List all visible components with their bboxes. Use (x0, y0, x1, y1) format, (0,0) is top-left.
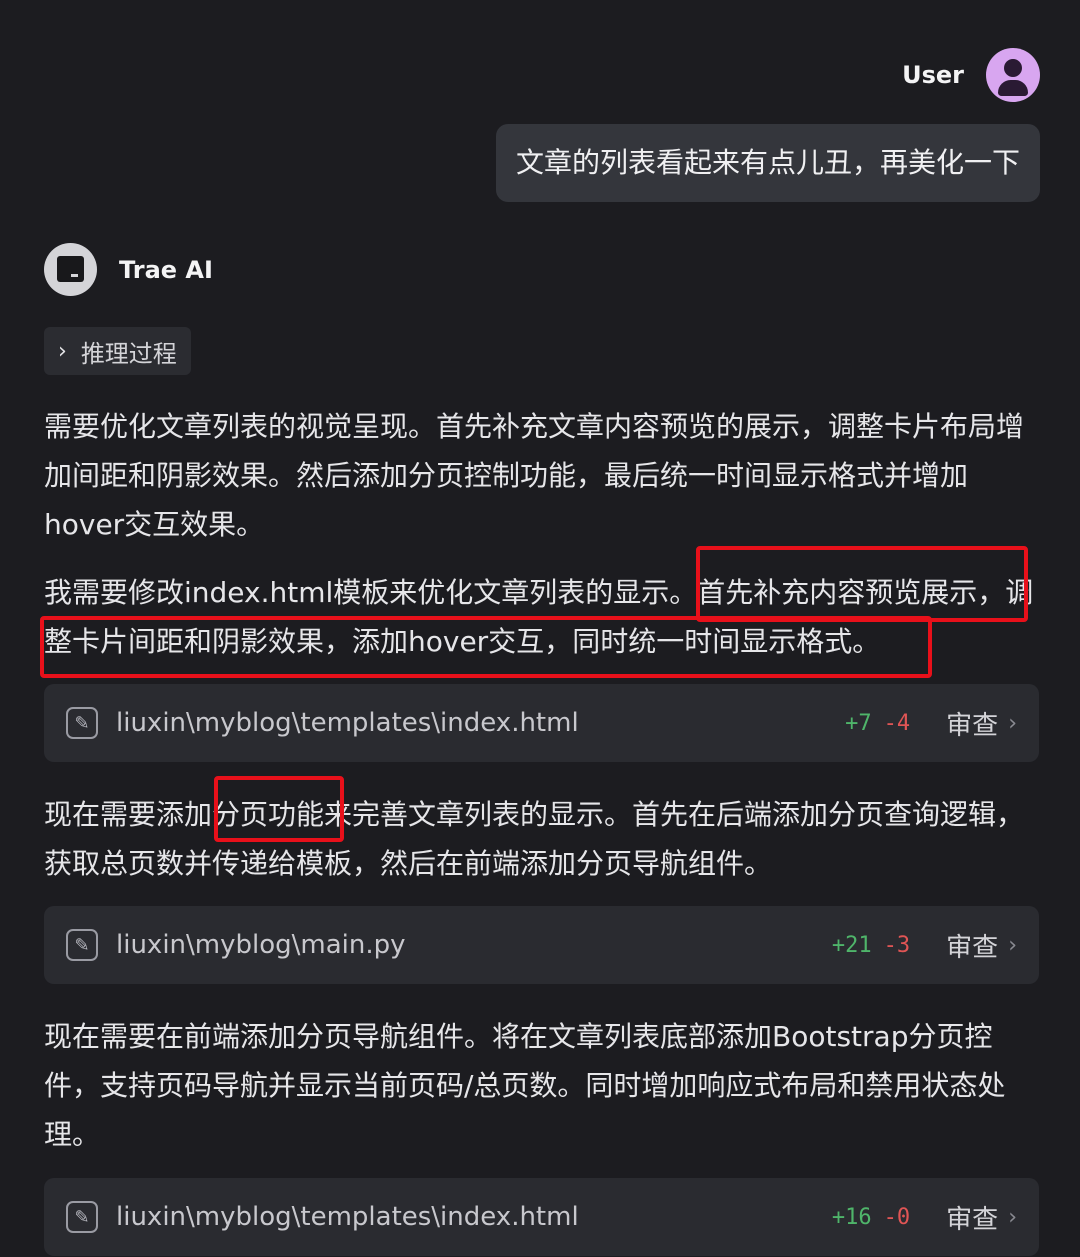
diff-added-count: +21 (831, 932, 872, 958)
pencil-icon: ✎ (66, 1201, 98, 1233)
reasoning-label: 推理过程 (80, 339, 177, 368)
reasoning-toggle[interactable]: › 推理过程 (44, 327, 191, 375)
file-change-card[interactable]: ✎ liuxin\myblog\templates\index.html +16… (44, 1178, 1039, 1256)
ai-header: Trae AI (44, 243, 213, 296)
file-change-card[interactable]: ✎ liuxin\myblog\main.py +21 -3 审查 › (44, 906, 1039, 984)
file-path[interactable]: liuxin\myblog\main.py (116, 930, 832, 960)
ai-paragraph-2: 我需要修改index.html模板来优化文章列表的显示。首先补充内容预览展示，调… (44, 576, 1034, 658)
file-change-card[interactable]: ✎ liuxin\myblog\templates\index.html +7 … (44, 684, 1039, 762)
chat-panel: User 文章的列表看起来有点儿丑，再美化一下 Trae AI › 推理过程 需… (0, 0, 1080, 1257)
chevron-right-icon: › (58, 338, 67, 364)
file-path[interactable]: liuxin\myblog\templates\index.html (116, 708, 845, 738)
pencil-icon: ✎ (66, 707, 98, 739)
diff-added-count: +16 (831, 1204, 872, 1230)
file-path[interactable]: liuxin\myblog\templates\index.html (116, 1202, 832, 1232)
user-header: User (902, 48, 1040, 102)
review-label: 审查 (946, 710, 999, 741)
ai-paragraph-1: 需要优化文章列表的视觉呈现。首先补充文章内容预览的展示，调整卡片布局增加间距和阴… (44, 410, 1025, 541)
diff-removed-count: -3 (883, 932, 911, 958)
review-button[interactable]: 审查 › (946, 927, 1017, 964)
user-message: 文章的列表看起来有点儿丑，再美化一下 (495, 124, 1040, 202)
review-label: 审查 (946, 1204, 999, 1235)
diff-removed-count: -4 (883, 710, 911, 736)
terminal-icon (44, 243, 97, 296)
diff-added-count: +7 (845, 710, 872, 736)
ai-name: Trae AI (119, 255, 213, 284)
chevron-right-icon: › (1008, 1204, 1017, 1230)
chevron-right-icon: › (1008, 932, 1017, 958)
pencil-icon: ✎ (66, 929, 98, 961)
diff-removed-count: -0 (883, 1204, 911, 1230)
review-button[interactable]: 审查 › (946, 705, 1017, 742)
review-label: 审查 (946, 932, 999, 963)
ai-paragraph-3: 现在需要添加分页功能来完善文章列表的显示。首先在后端添加分页查询逻辑，获取总页数… (44, 798, 1025, 880)
review-button[interactable]: 审查 › (946, 1199, 1017, 1236)
chevron-right-icon: › (1008, 710, 1017, 736)
user-avatar-icon (986, 48, 1040, 102)
ai-paragraph-4: 现在需要在前端添加分页导航组件。将在文章列表底部添加Bootstrap分页控件，… (44, 1020, 1006, 1151)
user-name: User (902, 61, 964, 89)
